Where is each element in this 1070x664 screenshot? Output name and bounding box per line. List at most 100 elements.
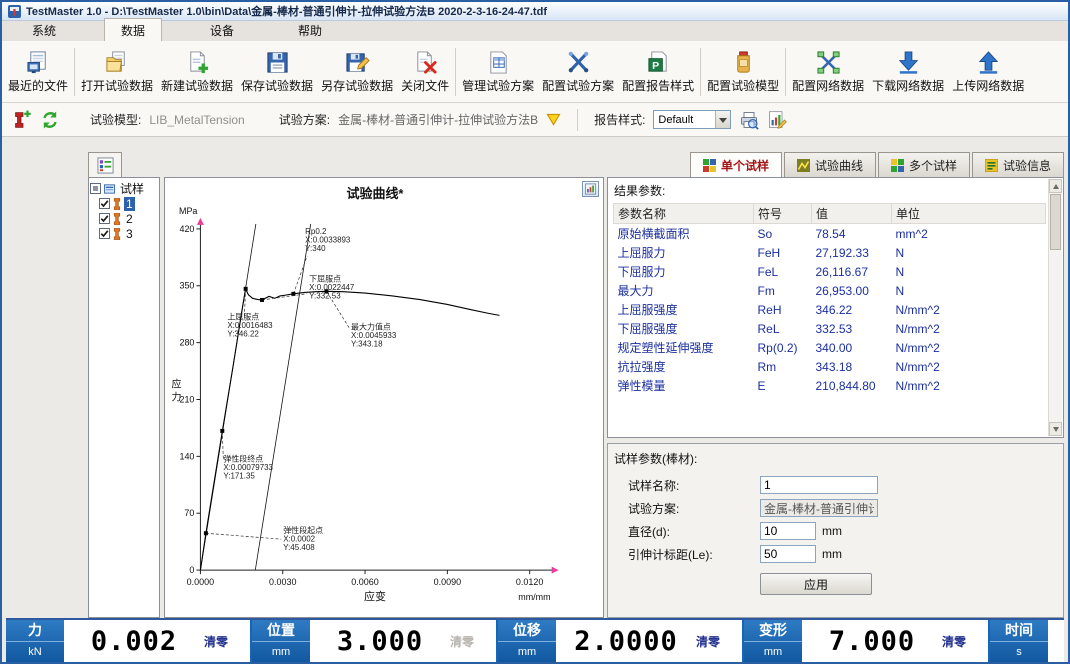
results-cell: So — [754, 224, 812, 244]
toolbar-save-as-data-button[interactable]: 另存试验数据 — [317, 44, 397, 100]
chart-text: 0.0030 — [269, 577, 296, 587]
toolbar-close-file-button[interactable]: 关闭文件 — [397, 44, 453, 100]
measurement-bar: 力kN0.002清零位置mm3.000清零位移mm2.0000清零变形mm7.0… — [6, 618, 1064, 662]
results-scrollbar[interactable] — [1048, 179, 1062, 436]
menu-item-1[interactable]: 系统 — [16, 19, 72, 41]
channel-unit: mm — [252, 641, 310, 663]
toolbar-new-data-button[interactable]: 新建试验数据 — [157, 44, 237, 100]
toolbar-button-label: 保存试验数据 — [241, 77, 313, 94]
tab-label: 试验信息 — [1003, 157, 1051, 174]
results-cell: 下屈服强度 — [614, 319, 754, 338]
param-row: 试样名称: — [628, 476, 1063, 494]
param-row: 试验方案: — [628, 499, 1063, 517]
results-row: 抗拉强度Rm343.18N/mm^2 — [614, 357, 1046, 376]
checkbox-checked-icon[interactable] — [99, 213, 110, 224]
channel-label: 位移mm — [498, 620, 556, 662]
results-cell: N/mm^2 — [892, 357, 1046, 376]
tab-single-sample[interactable]: 单个试样 — [690, 152, 782, 177]
checkbox-checked-icon[interactable] — [99, 228, 110, 239]
report-style-value: Default — [654, 114, 715, 126]
toolbar-upload-network-button[interactable]: 上传网络数据 — [948, 44, 1028, 100]
add-specimen-icon[interactable] — [12, 110, 32, 130]
checkbox-checked-icon[interactable] — [99, 198, 110, 209]
refresh-icon[interactable] — [40, 110, 60, 130]
info-tab-icon — [985, 159, 998, 172]
plan-warning-dropdown-icon[interactable] — [546, 113, 561, 126]
chart-text: 70 — [184, 508, 194, 518]
toolbar-button-label: 上传网络数据 — [952, 77, 1024, 94]
menu-item-4[interactable]: 帮助 — [282, 19, 338, 41]
apply-button[interactable]: 应用 — [760, 573, 872, 595]
results-cell: 弹性模量 — [614, 376, 754, 395]
results-cell: FeL — [754, 262, 812, 281]
toolbar-button-label: 关闭文件 — [401, 77, 449, 94]
right-column: 结果参数: 参数名称符号值单位原始横截面积So78.54mm^2上屈服力FeH2… — [607, 177, 1064, 618]
tab-sample-list[interactable] — [88, 152, 122, 177]
toolbar-config-report-button[interactable]: P配置报告样式 — [618, 44, 698, 100]
tab-info-tab[interactable]: 试验信息 — [972, 152, 1064, 177]
main-toolbar: 最近的文件打开试验数据新建试验数据保存试验数据另存试验数据关闭文件管理试验方案配… — [2, 41, 1068, 103]
menu-item-3[interactable]: 设备 — [194, 19, 250, 41]
chart-text: MPa — [179, 206, 197, 216]
toolbar-button-label: 最近的文件 — [8, 77, 68, 94]
print-preview-icon[interactable] — [739, 110, 759, 130]
results-cell: mm^2 — [892, 224, 1046, 244]
chevron-down-icon — [715, 111, 730, 128]
scroll-down-icon[interactable] — [1049, 422, 1062, 436]
param-label: 引伸计标距(Le): — [628, 546, 760, 563]
chart-text: Y:343.18 — [351, 340, 383, 349]
scrollbar-thumb[interactable] — [1050, 194, 1061, 250]
toolbar-recent-file-button[interactable]: 最近的文件 — [4, 44, 72, 100]
model-value: LIB_MetalTension — [149, 113, 244, 127]
results-cell: Fm — [754, 281, 812, 300]
param-input-4[interactable] — [760, 545, 816, 563]
toolbar-config-network-button[interactable]: 配置网络数据 — [788, 44, 868, 100]
menu-item-2[interactable]: 数据 — [104, 18, 162, 41]
zero-button-deformation[interactable]: 清零 — [942, 620, 988, 662]
results-column-header: 值 — [812, 204, 892, 224]
toolbar-open-data-button[interactable]: 打开试验数据 — [77, 44, 157, 100]
report-view-icon[interactable] — [767, 110, 787, 130]
tree-root-label: 试样 — [118, 180, 146, 197]
tab-multi-sample[interactable]: 多个试样 — [878, 152, 970, 177]
tree-root-sample[interactable]: 试样 — [90, 181, 158, 196]
download-network-icon — [896, 50, 921, 75]
zero-button-force[interactable]: 清零 — [204, 620, 250, 662]
report-style-select[interactable]: Default — [653, 110, 731, 129]
results-cell: N/mm^2 — [892, 319, 1046, 338]
results-title: 结果参数: — [608, 178, 1063, 203]
chart-panel: 试验曲线*MPa应力0701402102803504200.00000.0030… — [164, 177, 604, 618]
toolbar-download-network-button[interactable]: 下载网络数据 — [868, 44, 948, 100]
chart-text: 0 — [189, 565, 194, 575]
toolbar-config-model-button[interactable]: 配置试验模型 — [703, 44, 783, 100]
toolbar-manage-plan-button[interactable]: 管理试验方案 — [458, 44, 538, 100]
toolbar-save-data-button[interactable]: 保存试验数据 — [237, 44, 317, 100]
tree-item-sample-1[interactable]: 1 — [90, 196, 158, 211]
stress-strain-chart: 试验曲线*MPa应力0701402102803504200.00000.0030… — [165, 178, 603, 617]
results-cell: 340.00 — [812, 338, 892, 357]
param-input-2 — [760, 499, 878, 517]
results-cell: 上屈服强度 — [614, 300, 754, 319]
results-cell: 343.18 — [812, 357, 892, 376]
results-cell: 346.22 — [812, 300, 892, 319]
tree-item-sample-2[interactable]: 2 — [90, 211, 158, 226]
specimen-icon — [112, 228, 122, 240]
tab-curve-tab[interactable]: 试验曲线 — [784, 152, 876, 177]
root-checkbox-icon[interactable] — [90, 183, 101, 194]
param-input-1[interactable] — [760, 476, 878, 494]
results-cell: 332.53 — [812, 319, 892, 338]
tree-item-sample-3[interactable]: 3 — [90, 226, 158, 241]
results-column-header: 单位 — [892, 204, 1046, 224]
chart-text: mm/mm — [518, 592, 550, 602]
results-cell: ReL — [754, 319, 812, 338]
chart-popup-button[interactable] — [582, 181, 599, 197]
tab-row: 单个试样试验曲线多个试样 试验信息 — [2, 149, 1068, 177]
toolbar-config-plan-button[interactable]: 配置试验方案 — [538, 44, 618, 100]
param-input-3[interactable] — [760, 522, 816, 540]
results-cell: 原始横截面积 — [614, 224, 754, 244]
results-row: 最大力Fm26,953.00N — [614, 281, 1046, 300]
scroll-up-icon[interactable] — [1049, 179, 1062, 193]
zero-button-displacement[interactable]: 清零 — [696, 620, 742, 662]
param-label: 直径(d): — [628, 523, 760, 540]
zero-button-position[interactable]: 清零 — [450, 620, 496, 662]
